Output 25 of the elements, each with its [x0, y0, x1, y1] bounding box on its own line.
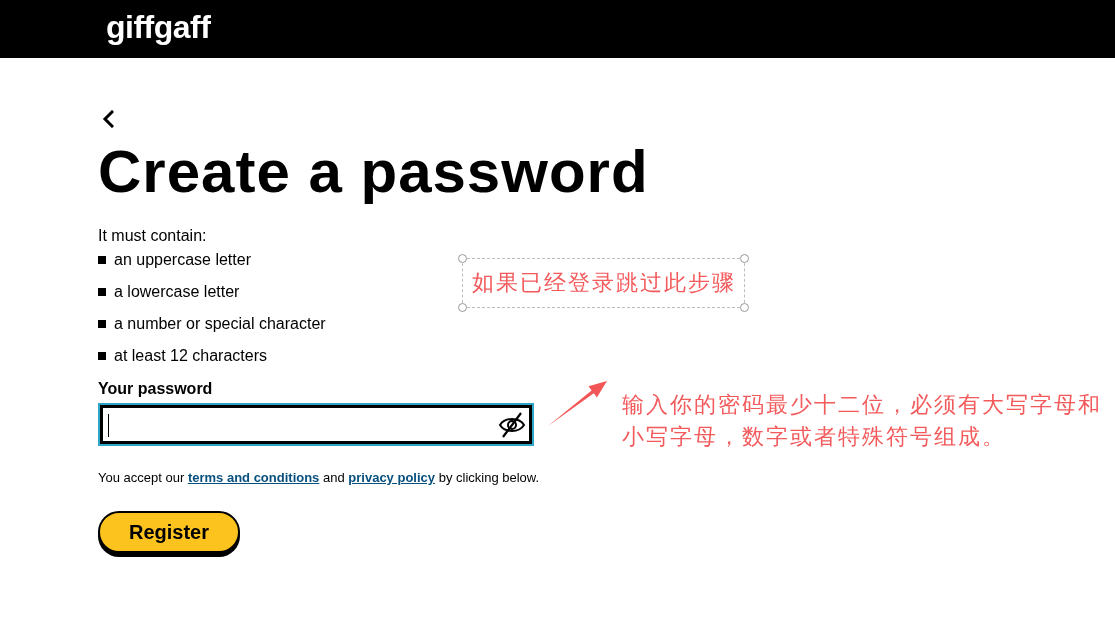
resize-handle-icon: [458, 303, 467, 312]
resize-handle-icon: [740, 303, 749, 312]
annotation-text: 如果已经登录跳过此步骤: [471, 269, 736, 297]
page-title: Create a password: [98, 142, 649, 202]
eye-slash-icon[interactable]: [498, 411, 526, 438]
requirement-text: a number or special character: [114, 314, 326, 334]
requirements-intro: It must contain:: [98, 227, 207, 244]
policy-link[interactable]: privacy policy: [348, 470, 436, 485]
requirement-text: an uppercase letter: [114, 250, 251, 270]
password-field[interactable]: [98, 403, 534, 446]
brand-logo[interactable]: giffgaff: [106, 8, 211, 45]
requirement-text: a lowercase letter: [114, 282, 240, 302]
chevron-left-icon: [102, 110, 114, 128]
text-cursor-icon: [108, 414, 109, 437]
resize-handle-icon: [740, 254, 749, 263]
square-bullet-icon: [98, 352, 106, 360]
annotation-text: 输入你的密码最少十二位，必须有大写字母和小写字母，数字或者特殊符号组成。: [622, 391, 1103, 451]
square-bullet-icon: [98, 320, 106, 328]
requirement-text: at least 12 characters: [114, 346, 267, 366]
square-bullet-icon: [98, 288, 106, 296]
consent-text: You accept our terms and conditions and privacy policy by clicking below.: [98, 470, 540, 486]
resize-handle-icon: [458, 254, 467, 263]
field-label: Your password: [98, 379, 213, 399]
square-bullet-icon: [98, 256, 106, 264]
policy-link[interactable]: terms and conditions: [187, 470, 320, 485]
